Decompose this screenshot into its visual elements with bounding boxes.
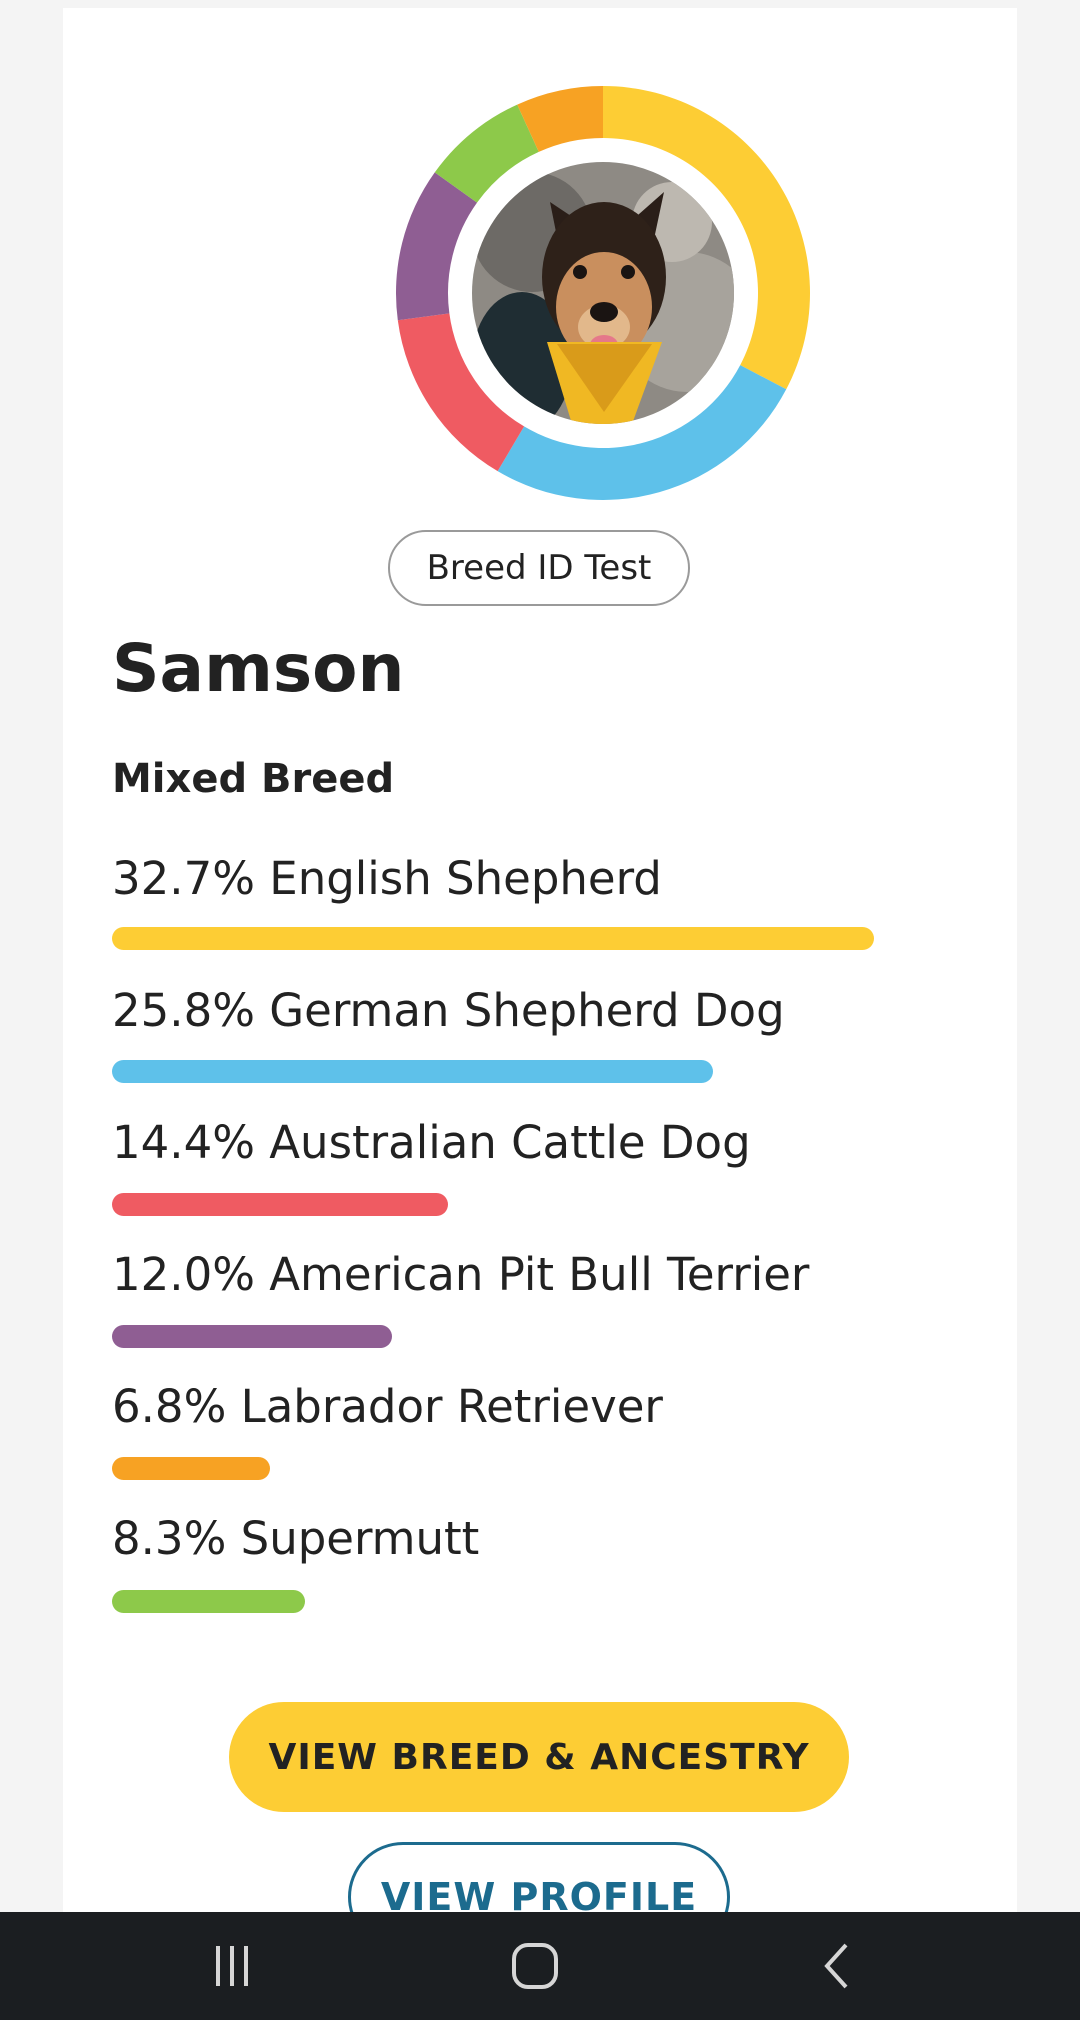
system-nav-bar bbox=[0, 1912, 1080, 2020]
breed-label: 14.4% Australian Cattle Dog bbox=[112, 1116, 751, 1169]
dog-name: Samson bbox=[112, 630, 405, 707]
ring-segment bbox=[396, 172, 478, 321]
breed-label: 6.8% Labrador Retriever bbox=[112, 1380, 663, 1433]
breed-label: 25.8% German Shepherd Dog bbox=[112, 984, 785, 1037]
breed-type: Mixed Breed bbox=[112, 756, 395, 802]
breed-bar bbox=[112, 1590, 305, 1613]
home-icon[interactable] bbox=[475, 1912, 595, 2020]
breed-bar bbox=[112, 927, 874, 950]
back-icon[interactable] bbox=[778, 1912, 898, 2020]
breed-ring-chart bbox=[396, 86, 810, 500]
recents-icon[interactable] bbox=[172, 1912, 292, 2020]
breed-bar bbox=[112, 1325, 392, 1348]
result-card: Breed ID Test Samson Mixed Breed 32.7% E… bbox=[63, 8, 1017, 1952]
test-type-badge: Breed ID Test bbox=[388, 530, 690, 606]
dog-photo bbox=[472, 162, 734, 424]
breed-label: 32.7% English Shepherd bbox=[112, 852, 662, 905]
view-breed-ancestry-button[interactable]: VIEW BREED & ANCESTRY bbox=[229, 1702, 849, 1812]
breed-label: 8.3% Supermutt bbox=[112, 1512, 480, 1565]
breed-bar bbox=[112, 1193, 448, 1216]
breed-bar bbox=[112, 1060, 713, 1083]
breed-bar bbox=[112, 1457, 270, 1480]
breed-label: 12.0% American Pit Bull Terrier bbox=[112, 1248, 810, 1301]
